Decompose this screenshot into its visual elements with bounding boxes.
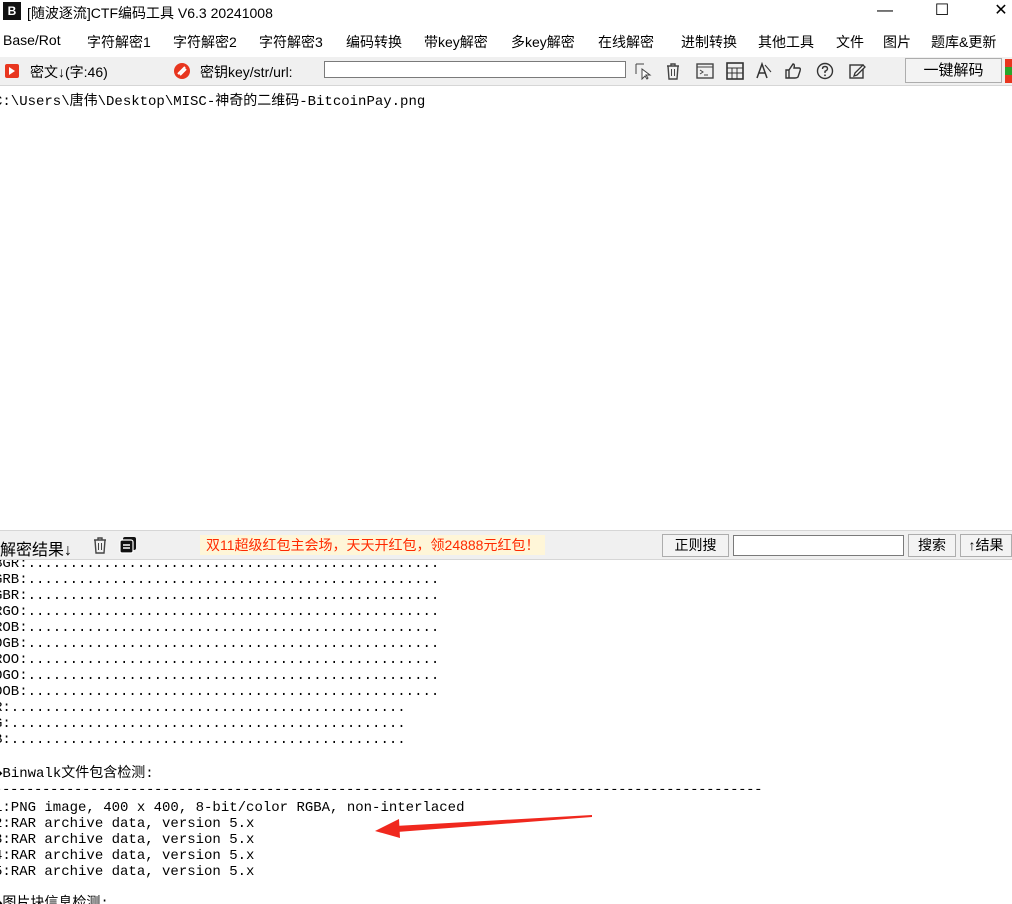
menu-base-rot[interactable]: Base/Rot bbox=[3, 32, 61, 48]
result-header-bar: 解密结果↓ 双11超级红包主会场，天天开红包，领24888元红包！ 正则搜 搜索… bbox=[0, 530, 1012, 560]
toolbar: 密文↓(字:46) 密钥key/str/url: 一键解码 bbox=[0, 57, 1012, 86]
one-click-decode-button[interactable]: 一键解码 bbox=[905, 58, 1002, 83]
close-button[interactable]: ✕ bbox=[978, 0, 1012, 22]
menu-char-decrypt-2[interactable]: 字符解密2 bbox=[173, 32, 237, 52]
result-label: 解密结果↓ bbox=[0, 542, 73, 559]
result-trash-icon[interactable] bbox=[90, 535, 110, 555]
result-up-button[interactable]: ↑结果 bbox=[960, 534, 1012, 557]
menu-char-decrypt-1[interactable]: 字符解密1 bbox=[87, 32, 151, 52]
minimize-button[interactable]: — bbox=[862, 0, 908, 22]
menu-file[interactable]: 文件 bbox=[836, 32, 864, 52]
menu-question-bank-update[interactable]: 题库&更新 bbox=[931, 32, 996, 52]
title-bar: B [随波逐流]CTF编码工具 V6.3 20241008 — ☐ ✕ bbox=[0, 0, 1012, 22]
menu-encoding-convert[interactable]: 编码转换 bbox=[346, 32, 402, 52]
menu-base-convert[interactable]: 进制转换 bbox=[681, 32, 737, 52]
cipher-text: C:\Users\唐伟\Desktop\MISC-神奇的二维码-BitcoinP… bbox=[0, 94, 426, 110]
menu-online-decrypt[interactable]: 在线解密 bbox=[598, 32, 654, 52]
thumbs-up-icon[interactable] bbox=[783, 61, 803, 81]
promo-banner[interactable]: 双11超级红包主会场，天天开红包，领24888元红包！ bbox=[200, 535, 546, 555]
menu-other-tools[interactable]: 其他工具 bbox=[758, 32, 814, 52]
help-icon[interactable] bbox=[815, 61, 835, 81]
regex-search-input[interactable] bbox=[733, 535, 904, 556]
key-clear-icon[interactable] bbox=[172, 61, 192, 81]
menu-char-decrypt-3[interactable]: 字符解密3 bbox=[259, 32, 323, 52]
copy-result-icon[interactable] bbox=[118, 535, 138, 555]
side-indicator bbox=[1005, 59, 1012, 83]
terminal-icon[interactable] bbox=[695, 61, 715, 81]
menu-image[interactable]: 图片 bbox=[883, 32, 911, 52]
window-title: [随波逐流]CTF编码工具 V6.3 20241008 bbox=[27, 5, 273, 21]
key-input[interactable] bbox=[324, 61, 626, 78]
cipher-text-area[interactable]: C:\Users\唐伟\Desktop\MISC-神奇的二维码-BitcoinP… bbox=[0, 86, 1012, 530]
cursor-select-icon[interactable] bbox=[633, 61, 653, 81]
menu-multi-key-decrypt[interactable]: 多key解密 bbox=[511, 32, 575, 52]
trash-icon[interactable] bbox=[663, 61, 683, 81]
font-icon[interactable] bbox=[753, 61, 773, 81]
cipher-swap-icon[interactable] bbox=[2, 61, 22, 81]
cipher-label: 密文↓(字:46) bbox=[30, 64, 108, 80]
key-label: 密钥key/str/url: bbox=[200, 64, 293, 80]
app-logo-icon: B bbox=[3, 2, 21, 20]
menu-key-decrypt[interactable]: 带key解密 bbox=[424, 32, 488, 52]
search-button[interactable]: 搜索 bbox=[908, 534, 956, 557]
red-arrow-annotation bbox=[375, 815, 592, 838]
edit-icon[interactable] bbox=[847, 61, 867, 81]
calculator-icon[interactable] bbox=[725, 61, 745, 81]
regex-search-button[interactable]: 正则搜 bbox=[662, 534, 729, 557]
menu-bar: Base/Rot 字符解密1 字符解密2 字符解密3 编码转换 带key解密 多… bbox=[0, 30, 1012, 52]
maximize-button[interactable]: ☐ bbox=[919, 0, 965, 22]
result-text-area[interactable]: BGR:....................................… bbox=[0, 560, 1012, 904]
